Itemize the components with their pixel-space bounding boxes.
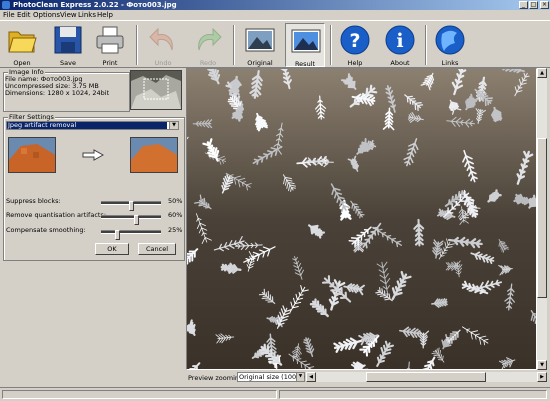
picture-icon [245, 28, 275, 52]
remove-quantisation-track[interactable] [101, 215, 161, 225]
suppress-blocks-label: Suppress blocks: [6, 197, 61, 205]
filter-select[interactable]: Jpeg artifact removal ▼ [6, 121, 179, 130]
menu-links[interactable]: Links [78, 11, 96, 19]
remove-quantisation-label: Remove quantisation artifacts: [6, 211, 107, 219]
vertical-scroll-thumb[interactable] [537, 138, 547, 298]
toolbar-separator [233, 25, 235, 65]
undo-button[interactable]: Undo [143, 23, 183, 67]
chevron-down-icon[interactable]: ▼ [296, 373, 304, 381]
thumbnail-image [131, 71, 181, 109]
menu-options[interactable]: Options [33, 11, 60, 19]
open-button[interactable]: Open [2, 23, 42, 67]
app-icon [2, 1, 10, 9]
redo-arrow-icon [198, 27, 222, 51]
compensate-smoothing-value: 25% [168, 226, 183, 234]
photo-preview [187, 69, 536, 369]
original-button[interactable]: Original [240, 23, 280, 67]
toolbar-separator [136, 25, 138, 65]
status-panel [2, 390, 277, 399]
redo-button[interactable]: Redo [188, 23, 228, 67]
filter-before-preview [8, 137, 56, 173]
navigator-thumbnail[interactable] [130, 70, 182, 110]
suppress-blocks-row: Suppress blocks: 50% [6, 196, 182, 211]
picture-icon [291, 29, 321, 53]
maximize-button[interactable]: □ [529, 1, 538, 9]
floppy-disk-icon [54, 26, 82, 54]
zoom-select-value: Original size (100%) [239, 373, 305, 381]
cancel-button[interactable]: Cancel [138, 243, 176, 255]
compensate-smoothing-row: Compensate smoothing: 25% [6, 225, 182, 240]
compensate-smoothing-label: Compensate smoothing: [6, 226, 86, 234]
status-panel [279, 390, 547, 399]
help-button[interactable]: ? Help [335, 23, 375, 67]
about-label: About [390, 59, 410, 67]
scroll-down-icon[interactable]: ▼ [537, 360, 547, 370]
info-icon: i [385, 25, 415, 55]
close-button[interactable]: × [540, 1, 549, 9]
save-label: Save [60, 59, 76, 67]
toolbar-separator [425, 25, 427, 65]
remove-quantisation-value: 60% [168, 211, 183, 219]
window-title: PhotoClean Express 2.0.22 - Фото003.jpg [13, 1, 177, 9]
links-button[interactable]: Links [430, 23, 470, 67]
status-bar [0, 387, 550, 401]
result-label: Result [294, 60, 316, 68]
undo-arrow-icon [149, 27, 173, 51]
slider-thumb[interactable] [134, 215, 139, 225]
image-viewer[interactable] [186, 68, 537, 370]
print-label: Print [102, 59, 118, 67]
menu-help[interactable]: Help [97, 11, 113, 19]
help-label: Help [347, 59, 363, 67]
about-button[interactable]: i About [380, 23, 420, 67]
question-mark-icon: ? [340, 25, 370, 55]
globe-icon [435, 25, 465, 55]
suppress-blocks-value: 50% [168, 197, 183, 205]
after-image [131, 138, 177, 172]
horizontal-scrollbar[interactable]: ◀ ▶ [306, 372, 547, 382]
toolbar: Open Save Print Undo Redo Original Resul… [0, 20, 550, 68]
toolbar-separator [330, 25, 332, 65]
original-label: Original [247, 59, 273, 67]
undo-label: Undo [154, 59, 172, 67]
horizontal-scroll-thumb[interactable] [366, 372, 486, 382]
remove-quantisation-row: Remove quantisation artifacts: 60% [6, 210, 182, 225]
dimensions-text: Dimensions: 1280 x 1024, 24bit [5, 89, 110, 97]
vertical-scrollbar[interactable]: ▲ ▼ [537, 68, 547, 370]
compensate-smoothing-track[interactable] [101, 230, 161, 240]
svg-text:i: i [396, 30, 403, 52]
redo-label: Redo [199, 59, 217, 67]
menu-bar: File Edit Options View Links Help [0, 10, 550, 20]
svg-text:?: ? [349, 30, 360, 52]
zoom-select[interactable]: Original size (100%) ▼ [237, 372, 305, 382]
scroll-left-icon[interactable]: ◀ [306, 372, 316, 382]
menu-view[interactable]: View [60, 11, 77, 19]
filter-after-preview [130, 137, 178, 173]
before-image [9, 138, 55, 172]
scroll-right-icon[interactable]: ▶ [537, 372, 547, 382]
ok-button[interactable]: OK [95, 243, 129, 255]
scroll-up-icon[interactable]: ▲ [537, 68, 547, 78]
suppress-blocks-track[interactable] [101, 201, 161, 211]
printer-icon [96, 26, 124, 54]
result-button[interactable]: Result [285, 23, 325, 68]
folder-icon [8, 31, 37, 53]
arrow-right-icon [82, 149, 104, 161]
open-label: Open [13, 59, 31, 67]
slider-thumb[interactable] [114, 230, 120, 240]
filter-select-value: Jpeg artifact removal [7, 122, 167, 129]
filter-settings-title: Filter Settings [8, 113, 55, 121]
save-button[interactable]: Save [48, 23, 88, 67]
chevron-down-icon[interactable]: ▼ [169, 122, 178, 129]
menu-edit[interactable]: Edit [17, 11, 31, 19]
links-label: Links [441, 59, 459, 67]
minimize-button[interactable]: _ [519, 1, 528, 9]
title-bar: PhotoClean Express 2.0.22 - Фото003.jpg … [0, 0, 550, 10]
print-button[interactable]: Print [90, 23, 130, 67]
menu-file[interactable]: File [3, 11, 15, 19]
